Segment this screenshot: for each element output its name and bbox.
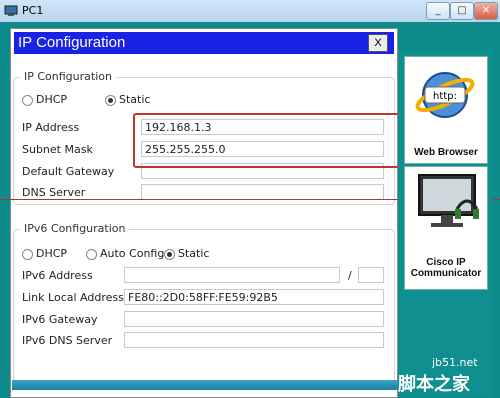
ipv6-auto-config-radio[interactable]	[86, 249, 97, 260]
ipv6-address-field[interactable]	[124, 267, 340, 283]
dialog-titlebar: IP Configuration X	[14, 32, 394, 54]
link-local-field[interactable]: FE80::2D0:58FF:FE59:92B5	[124, 289, 384, 305]
svg-text:http:: http:	[433, 91, 457, 102]
prefix-separator: /	[348, 269, 352, 282]
cisco-ip-communicator-app[interactable]: Cisco IP Communicator	[404, 166, 488, 290]
window-close-button[interactable]: ✕	[474, 2, 498, 20]
dialog-title: IP Configuration	[18, 34, 126, 51]
ipv6-dns-field[interactable]	[124, 332, 384, 348]
desktop-apps-panel: http: Web Browser Cisco IP Communicator	[398, 50, 492, 396]
web-browser-app[interactable]: http: Web Browser	[404, 56, 488, 164]
cisco-ip-communicator-label: Cisco IP Communicator	[410, 257, 482, 279]
ipv6-static-radio[interactable]	[164, 249, 175, 260]
ipv4-static-label: Static	[119, 93, 151, 106]
ip-address-label: IP Address	[22, 121, 80, 134]
window-titlebar: PC1 _ □ ✕	[0, 0, 500, 23]
globe-icon: http:	[415, 72, 475, 118]
ipv6-prefix-field[interactable]	[358, 267, 384, 283]
window-title: PC1	[22, 4, 44, 17]
watermark-cn: 脚本之家	[398, 374, 470, 395]
ipv4-dhcp-label: DHCP	[36, 93, 68, 106]
dns-server-field[interactable]	[141, 184, 384, 200]
link-local-label: Link Local Address	[22, 291, 124, 304]
default-gateway-label: Default Gateway	[22, 165, 115, 178]
ipv6-dhcp-radio[interactable]	[22, 249, 33, 260]
ip-config-dialog: IP Configuration X IP Configuration DHCP…	[10, 28, 398, 398]
subnet-mask-label: Subnet Mask	[22, 143, 93, 156]
headset-monitor-icon	[418, 174, 479, 227]
ipv4-static-radio[interactable]	[105, 95, 116, 106]
ipv6-auto-config-label: Auto Config	[100, 247, 165, 260]
ipv6-static-label: Static	[178, 247, 210, 260]
ipv6-dhcp-label: DHCP	[36, 247, 68, 260]
minimize-button[interactable]: _	[426, 2, 450, 20]
highlight-box	[133, 113, 400, 168]
bottom-bar	[12, 380, 398, 390]
ipv6-group: IPv6 Configuration DHCP Auto Config Stat…	[13, 222, 395, 387]
ipv6-address-label: IPv6 Address	[22, 269, 93, 282]
dns-server-label: DNS Server	[22, 186, 86, 199]
dialog-close-button[interactable]: X	[368, 34, 388, 52]
ipv6-dns-label: IPv6 DNS Server	[22, 334, 113, 347]
ipv6-gateway-field[interactable]	[124, 311, 384, 327]
ipv6-legend: IPv6 Configuration	[20, 222, 130, 235]
watermark-site: jb51.net	[432, 356, 478, 369]
web-browser-label: Web Browser	[414, 147, 478, 158]
ipv4-legend: IP Configuration	[20, 70, 116, 83]
ipv6-gateway-label: IPv6 Gateway	[22, 313, 98, 326]
app-icon	[4, 5, 18, 16]
maximize-button[interactable]: □	[450, 2, 474, 20]
ipv4-dhcp-radio[interactable]	[22, 95, 33, 106]
